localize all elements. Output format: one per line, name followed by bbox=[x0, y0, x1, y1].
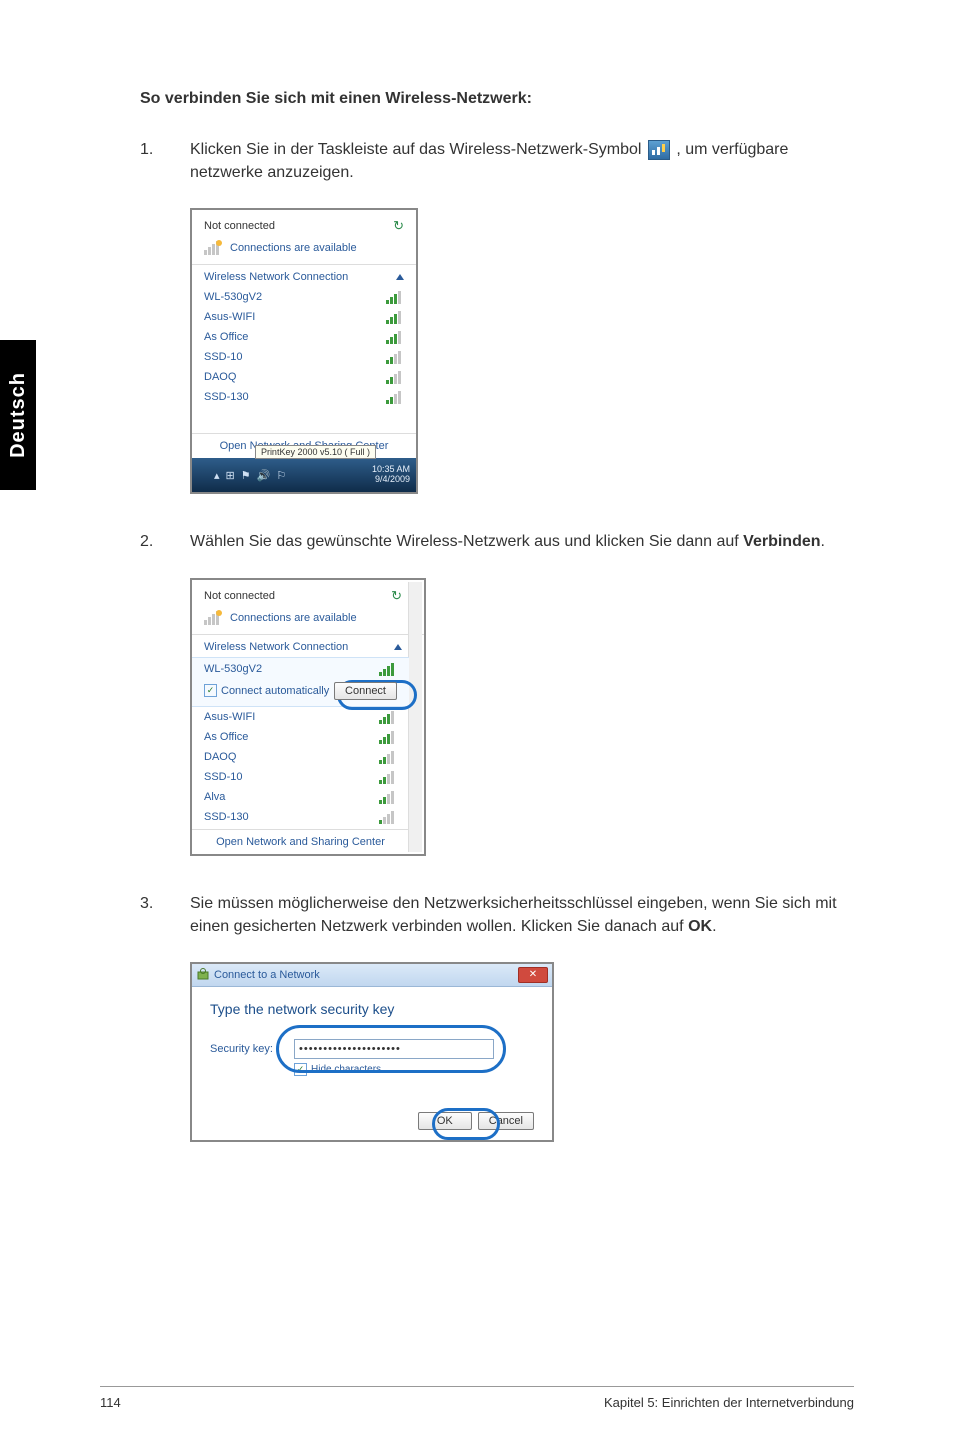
not-connected-label: Not connected bbox=[204, 590, 275, 602]
tray-chevron-icon[interactable]: ▴ bbox=[214, 469, 220, 482]
network-name: As Office bbox=[204, 331, 248, 343]
dialog-icon bbox=[196, 968, 210, 982]
network-name: Asus-WIFI bbox=[204, 311, 255, 323]
page-footer: 114 Kapitel 5: Einrichten der Internetve… bbox=[100, 1386, 854, 1410]
network-item[interactable]: Alva bbox=[192, 787, 409, 807]
step-1: 1. Klicken Sie in der Taskleiste auf das… bbox=[140, 138, 854, 184]
signal-strength-icon bbox=[386, 350, 404, 364]
network-item[interactable]: WL-530gV2 bbox=[204, 663, 262, 675]
chevron-up-icon[interactable] bbox=[394, 644, 402, 650]
signal-with-sun-icon bbox=[204, 240, 224, 256]
refresh-icon[interactable]: ↻ bbox=[391, 588, 402, 604]
step-number: 2. bbox=[140, 530, 190, 553]
dialog-title: Connect to a Network bbox=[214, 969, 320, 981]
screenshot-network-flyout: Not connected ↻ Connections are availabl… bbox=[190, 208, 418, 494]
signal-strength-icon bbox=[386, 390, 404, 404]
network-name: SSD-130 bbox=[204, 391, 249, 403]
signal-strength-icon bbox=[379, 750, 397, 764]
page-number: 114 bbox=[100, 1395, 121, 1410]
network-name: Alva bbox=[204, 791, 225, 803]
network-item[interactable]: SSD-10 bbox=[192, 767, 409, 787]
language-tab: Deutsch bbox=[0, 340, 36, 490]
tray-flag-icon[interactable]: ⚐ bbox=[276, 469, 286, 482]
connect-auto-label: Connect automatically bbox=[221, 685, 329, 697]
tray-volume-icon[interactable]: 🔊 bbox=[257, 469, 271, 482]
dialog-heading: Type the network security key bbox=[210, 1001, 534, 1017]
step-number: 1. bbox=[140, 138, 190, 184]
scrollbar[interactable] bbox=[408, 582, 422, 852]
ok-button[interactable]: OK bbox=[418, 1112, 472, 1130]
step-text: Sie müssen möglicherweise den Netzwerksi… bbox=[190, 892, 854, 938]
connect-auto-checkbox[interactable]: ✓ bbox=[204, 684, 217, 697]
screenshot-select-network: Not connected ↻ Connections are availabl… bbox=[190, 578, 426, 856]
network-name: SSD-10 bbox=[204, 351, 243, 363]
taskbar-clock[interactable]: 10:35 AM 9/4/2009 bbox=[372, 465, 410, 485]
network-name: As Office bbox=[204, 731, 248, 743]
network-item[interactable]: As Office bbox=[192, 727, 409, 747]
hide-characters-label: Hide characters bbox=[311, 1064, 381, 1075]
tooltip-printkey: PrintKey 2000 v5.10 ( Full ) bbox=[255, 445, 376, 459]
signal-strength-icon bbox=[386, 370, 404, 384]
wireless-tray-icon bbox=[648, 140, 670, 160]
network-name: Asus-WIFI bbox=[204, 711, 255, 723]
signal-strength-icon bbox=[386, 290, 404, 304]
network-item[interactable]: SSD-130 bbox=[192, 807, 409, 827]
network-item[interactable]: Asus-WIFI bbox=[192, 307, 416, 327]
signal-strength-icon bbox=[386, 330, 404, 344]
network-item[interactable]: As Office bbox=[192, 327, 416, 347]
security-key-input[interactable]: ••••••••••••••••••••• bbox=[294, 1039, 494, 1059]
network-item[interactable]: WL-530gV2 bbox=[192, 287, 416, 307]
close-button[interactable]: ✕ bbox=[518, 967, 548, 983]
network-item[interactable]: SSD-130 bbox=[192, 387, 416, 407]
dialog-titlebar: Connect to a Network ✕ bbox=[192, 964, 552, 987]
signal-strength-icon bbox=[379, 790, 397, 804]
open-network-center-link[interactable]: Open Network and Sharing Center bbox=[192, 829, 409, 854]
signal-strength-icon bbox=[379, 810, 397, 824]
language-tab-label: Deutsch bbox=[7, 372, 30, 458]
security-key-label: Security key: bbox=[210, 1043, 294, 1055]
step-text: Wählen Sie das gewünschte Wireless-Netzw… bbox=[190, 530, 854, 553]
step-text: Klicken Sie in der Taskleiste auf das Wi… bbox=[190, 138, 854, 184]
connect-button[interactable]: Connect bbox=[334, 682, 397, 700]
connections-available-label: Connections are available bbox=[230, 612, 357, 624]
network-item[interactable]: DAOQ bbox=[192, 747, 409, 767]
network-item[interactable]: Asus-WIFI bbox=[192, 707, 409, 727]
network-name: DAOQ bbox=[204, 371, 236, 383]
refresh-icon[interactable]: ↻ bbox=[393, 218, 404, 234]
cancel-button[interactable]: Cancel bbox=[478, 1112, 534, 1130]
chapter-label: Kapitel 5: Einrichten der Internetverbin… bbox=[604, 1395, 854, 1410]
tray-network-icon[interactable]: ⊞ bbox=[226, 469, 235, 482]
signal-strength-icon bbox=[379, 662, 397, 676]
wireless-section-label: Wireless Network Connection bbox=[204, 641, 348, 653]
network-name: WL-530gV2 bbox=[204, 291, 262, 303]
step-3: 3. Sie müssen möglicherweise den Netzwer… bbox=[140, 892, 854, 938]
signal-strength-icon bbox=[379, 770, 397, 784]
wireless-section-label: Wireless Network Connection bbox=[204, 271, 348, 283]
connections-available-label: Connections are available bbox=[230, 242, 357, 254]
chevron-up-icon[interactable] bbox=[396, 274, 404, 280]
network-item[interactable]: SSD-10 bbox=[192, 347, 416, 367]
network-name: SSD-10 bbox=[204, 771, 243, 783]
signal-strength-icon bbox=[379, 730, 397, 744]
network-name: DAOQ bbox=[204, 751, 236, 763]
section-heading: So verbinden Sie sich mit einen Wireless… bbox=[140, 90, 854, 108]
step-2: 2. Wählen Sie das gewünschte Wireless-Ne… bbox=[140, 530, 854, 553]
network-item[interactable]: DAOQ bbox=[192, 367, 416, 387]
taskbar: PrintKey 2000 v5.10 ( Full ) ▴ ⊞ ⚑ 🔊 ⚐ 1… bbox=[192, 458, 416, 492]
not-connected-label: Not connected bbox=[204, 220, 275, 232]
tray-power-icon[interactable]: ⚑ bbox=[241, 469, 251, 482]
signal-strength-icon bbox=[386, 310, 404, 324]
signal-with-sun-icon bbox=[204, 610, 224, 626]
hide-characters-checkbox[interactable]: ✓ bbox=[294, 1063, 307, 1076]
screenshot-security-key-dialog: Connect to a Network ✕ Type the network … bbox=[190, 962, 554, 1142]
signal-strength-icon bbox=[379, 710, 397, 724]
network-name: SSD-130 bbox=[204, 811, 249, 823]
step-number: 3. bbox=[140, 892, 190, 938]
